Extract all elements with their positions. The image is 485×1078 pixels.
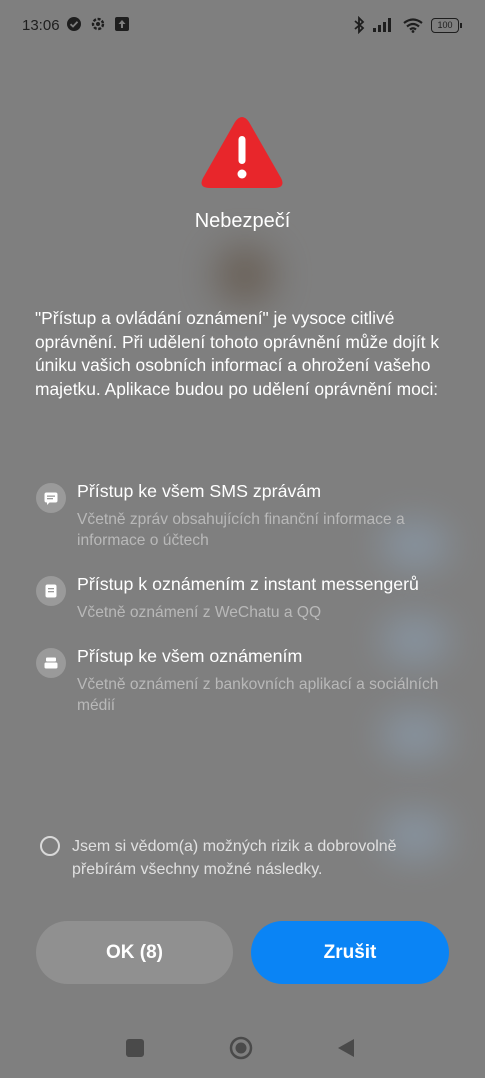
document-icon — [36, 576, 66, 606]
permission-item-all-notifications: Přístup ke všem oznámením Včetně oznámen… — [36, 645, 456, 716]
warning-icon — [201, 117, 283, 188]
dialog-intro-text: "Přístup a ovládání oznámení" je vysoce … — [35, 308, 440, 399]
check-circle-icon — [67, 17, 81, 31]
status-bar: 13:06 100 — [0, 0, 485, 52]
ok-button[interactable]: OK (8) — [36, 921, 233, 984]
permission-title: Přístup ke všem SMS zprávám — [77, 481, 322, 501]
home-circle-icon[interactable] — [229, 1036, 253, 1060]
back-triangle-icon[interactable] — [337, 1038, 355, 1058]
status-time: 13:06 — [22, 17, 60, 34]
permission-title: Přístup k oznámením z instant messengerů — [77, 574, 419, 594]
battery-level: 100 — [437, 19, 453, 30]
permission-description: Včetně oznámení z WeChatu a QQ — [77, 604, 322, 621]
message-icon — [36, 483, 66, 513]
navigation-bar — [0, 1020, 485, 1078]
permission-item-messengers: Přístup k oznámením z instant messengerů… — [36, 573, 456, 623]
cellular-signal-icon — [373, 18, 391, 32]
bluetooth-icon — [354, 16, 365, 34]
recents-square-icon[interactable] — [125, 1038, 145, 1058]
bank-card-icon — [36, 648, 66, 678]
status-right-icons: 100 — [353, 16, 462, 34]
acknowledgement-radio[interactable] — [40, 836, 60, 856]
permission-description: Včetně zpráv obsahujících finanční infor… — [77, 511, 405, 549]
permission-item-sms: Přístup ke všem SMS zprávám Včetně zpráv… — [36, 480, 456, 551]
permission-description: Včetně oznámení z bankovních aplikací a … — [77, 676, 439, 714]
ok-button-label: OK (8) — [106, 941, 163, 963]
upload-icon — [115, 17, 129, 31]
cancel-button[interactable]: Zrušit — [251, 921, 449, 984]
battery-icon: 100 — [431, 17, 462, 33]
permission-title: Přístup ke všem oznámením — [77, 646, 303, 666]
acknowledgement-text: Jsem si vědom(a) možných rizik a dobrovo… — [72, 838, 397, 878]
wifi-icon — [403, 17, 423, 33]
background-blur — [215, 245, 275, 305]
dialog-title: Nebezpečí — [194, 210, 291, 232]
permission-list: Přístup ke všem SMS zprávám Včetně zpráv… — [36, 480, 456, 738]
risk-acknowledgement[interactable]: Jsem si vědom(a) možných rizik a dobrovo… — [40, 836, 460, 881]
cancel-button-label: Zrušit — [323, 941, 377, 963]
status-left-icons — [66, 16, 130, 32]
settings-gear-icon — [91, 17, 105, 31]
